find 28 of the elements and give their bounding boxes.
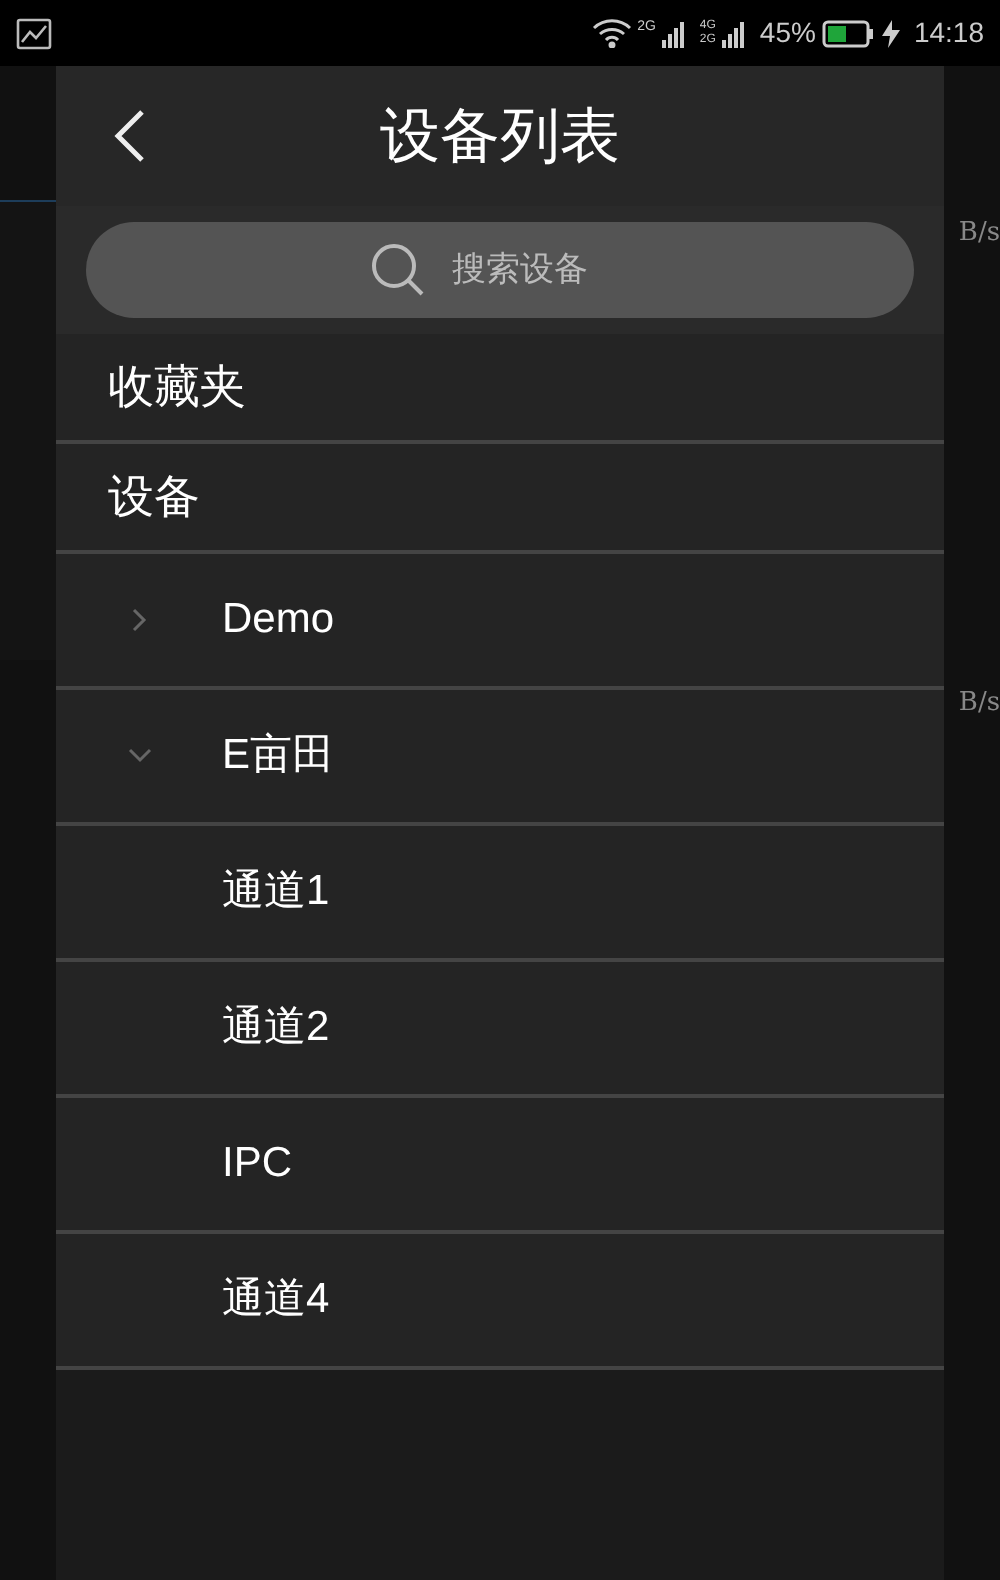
rate-label: B/s [958, 216, 1000, 252]
drawer-title: 设备列表 [380, 101, 620, 173]
device-label: 通道1 [222, 866, 330, 919]
section-header: 收藏夹 [56, 334, 944, 444]
device-label: E亩田 [222, 730, 335, 783]
search-icon [368, 240, 428, 300]
device-label: 通道4 [222, 1274, 330, 1327]
battery-percent: 45% [759, 14, 816, 52]
device-row[interactable]: IPC [56, 1098, 944, 1234]
search-field[interactable]: 搜索设备 [86, 222, 914, 318]
back-icon [112, 108, 148, 164]
device-row[interactable]: Demo [56, 554, 944, 690]
device-label: IPC [222, 1138, 293, 1191]
device-row[interactable]: E亩田 [56, 690, 944, 826]
section-header: 设备 [56, 444, 944, 554]
device-row[interactable]: 通道1 [56, 826, 944, 962]
device-row[interactable]: 通道2 [56, 962, 944, 1098]
search-input[interactable]: 搜索设备 [452, 244, 632, 296]
wifi-icon [591, 18, 632, 48]
signal-icon [721, 19, 746, 47]
device-label: 通道2 [222, 1002, 330, 1055]
signal-icon [661, 19, 686, 47]
device-row[interactable]: 通道4 [56, 1234, 944, 1370]
battery-icon [821, 19, 874, 47]
clock: 14:18 [913, 14, 984, 52]
picture-icon [16, 17, 52, 49]
rate-label: B/s [958, 685, 1000, 721]
device-label: Demo [222, 594, 335, 647]
